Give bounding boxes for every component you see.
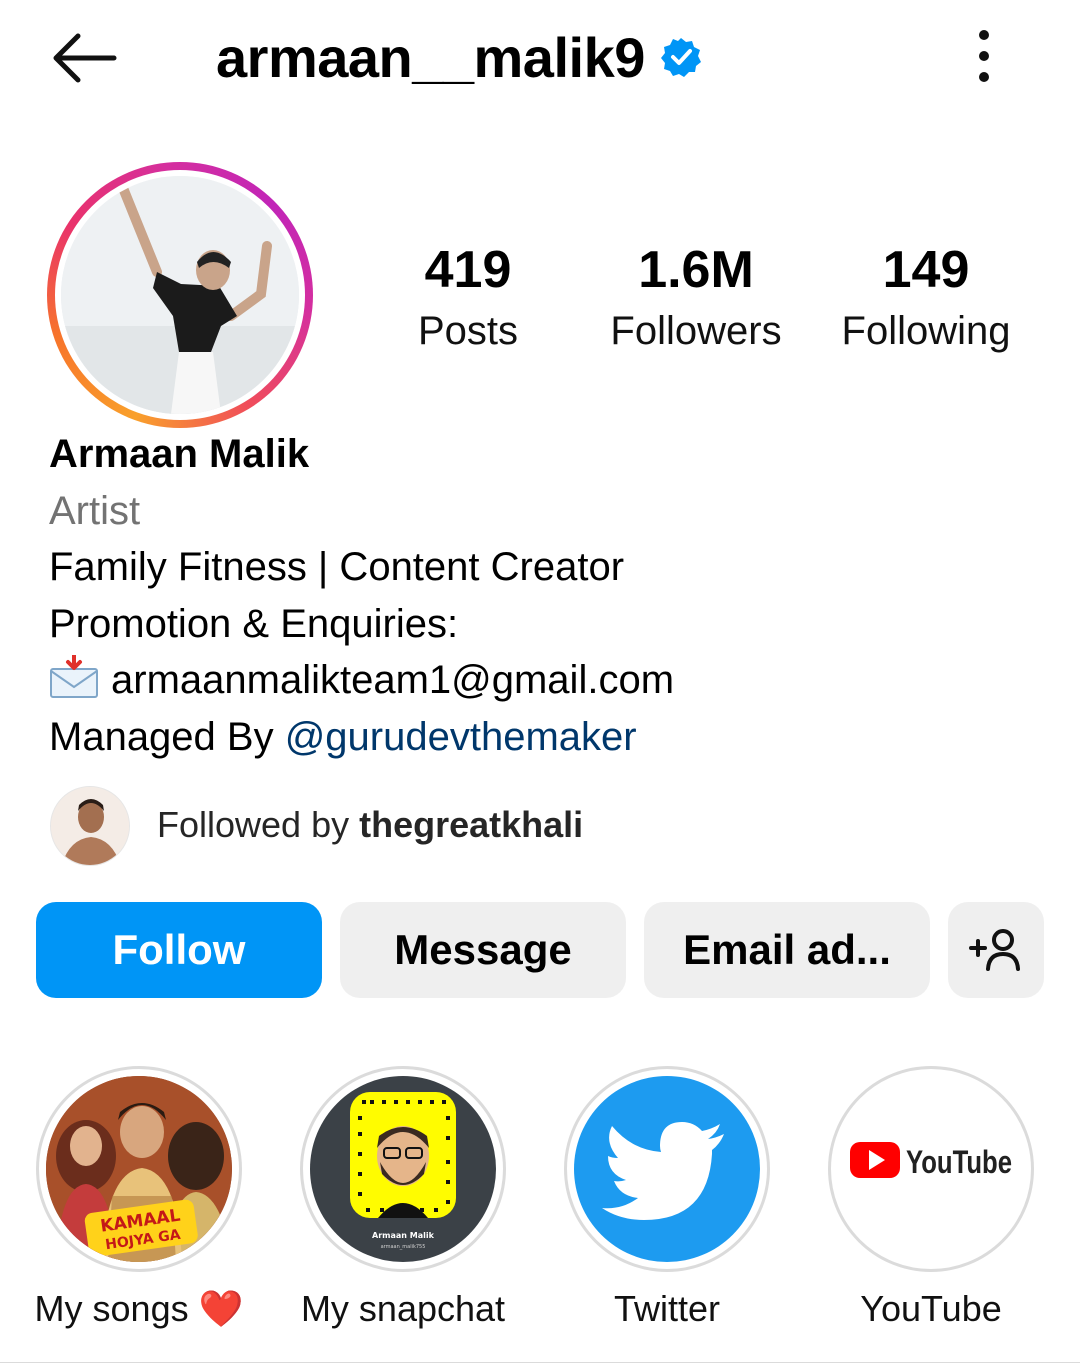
message-button[interactable]: Message — [340, 902, 626, 998]
highlight-my-snapchat[interactable]: Armaan Malik armaan_malik755 My snapchat — [298, 1066, 508, 1332]
verified-badge-icon — [660, 38, 701, 77]
highlight-youtube[interactable]: YouTube YouTube — [826, 1066, 1036, 1332]
highlight-ring: YouTube — [828, 1066, 1034, 1272]
highlight-my-songs[interactable]: KAMAAL HOJYA GA My songs ❤️ — [34, 1066, 244, 1332]
bio-line-1: Family Fitness | Content Creator — [49, 545, 625, 589]
bio-managed-line: Managed By @gurudevthemaker — [49, 709, 1049, 766]
following-label: Following — [841, 309, 1011, 353]
highlight-label: My snapchat — [300, 1288, 506, 1329]
arrow-left-icon — [53, 33, 117, 83]
category-label: Artist — [49, 488, 141, 533]
highlight-thumb-songs: KAMAAL HOJYA GA — [46, 1076, 232, 1262]
followers-stat[interactable]: 1.6M Followers — [586, 240, 806, 356]
followed-by-text[interactable]: Followed by thegreatkhali — [157, 800, 583, 850]
mutual-follower-avatar[interactable] — [50, 786, 130, 866]
followers-count: 1.6M — [638, 241, 754, 299]
bio-email-line: armaanmalikteam1@gmail.com — [49, 652, 1049, 709]
bio-line-2: Promotion & Enquiries: — [49, 601, 459, 646]
highlight-twitter[interactable]: Twitter — [562, 1066, 772, 1332]
highlight-thumb-twitter — [574, 1076, 760, 1262]
username-title: armaan__malik9 — [216, 25, 645, 89]
followers-label: Followers — [610, 309, 782, 353]
posts-label: Posts — [417, 309, 519, 353]
avatar-photo — [61, 176, 299, 414]
manager-mention-link[interactable]: @gurudevthemaker — [285, 715, 637, 759]
person-add-icon — [969, 929, 1020, 971]
posts-count: 419 — [424, 241, 512, 299]
snap-thumb-handle: armaan_malik755 — [381, 1244, 426, 1250]
highlight-label: My songs ❤️ — [34, 1288, 244, 1329]
following-stat[interactable]: 149 Following — [816, 240, 1036, 356]
followed-by-label: Followed by — [157, 804, 360, 845]
email-button[interactable]: Email ad... — [644, 902, 930, 998]
follow-button[interactable]: Follow — [36, 902, 322, 998]
suggested-users-button[interactable] — [948, 902, 1044, 998]
more-options-button[interactable] — [964, 28, 1004, 84]
posts-stat[interactable]: 419 Posts — [358, 240, 578, 356]
highlight-ring — [564, 1066, 770, 1272]
managed-by-label: Managed By — [49, 714, 285, 759]
back-button[interactable] — [48, 30, 120, 86]
highlight-label: YouTube — [860, 1288, 1002, 1329]
bio-email[interactable]: armaanmalikteam1@gmail.com — [111, 658, 674, 702]
snap-thumb-name: Armaan Malik — [372, 1231, 435, 1240]
profile-avatar[interactable] — [47, 162, 313, 428]
mutual-follower-username: thegreatkhali — [359, 804, 584, 845]
profile-bio: Armaan Malik Artist Family Fitness | Con… — [49, 426, 1049, 765]
more-vertical-icon — [979, 30, 989, 40]
highlight-thumb-youtube: YouTube — [838, 1076, 1024, 1262]
display-name: Armaan Malik — [49, 432, 310, 476]
incoming-envelope-icon — [50, 655, 98, 698]
divider — [0, 1362, 1080, 1363]
profile-header: armaan__malik9 — [216, 22, 701, 92]
highlight-ring: Armaan Malik armaan_malik755 — [300, 1066, 506, 1272]
highlight-ring: KAMAAL HOJYA GA — [36, 1066, 242, 1272]
youtube-logo-text: YouTube — [906, 1144, 1012, 1180]
following-count: 149 — [882, 241, 970, 299]
highlight-thumb-snapchat: Armaan Malik armaan_malik755 — [310, 1076, 496, 1262]
highlight-label: Twitter — [613, 1288, 720, 1329]
